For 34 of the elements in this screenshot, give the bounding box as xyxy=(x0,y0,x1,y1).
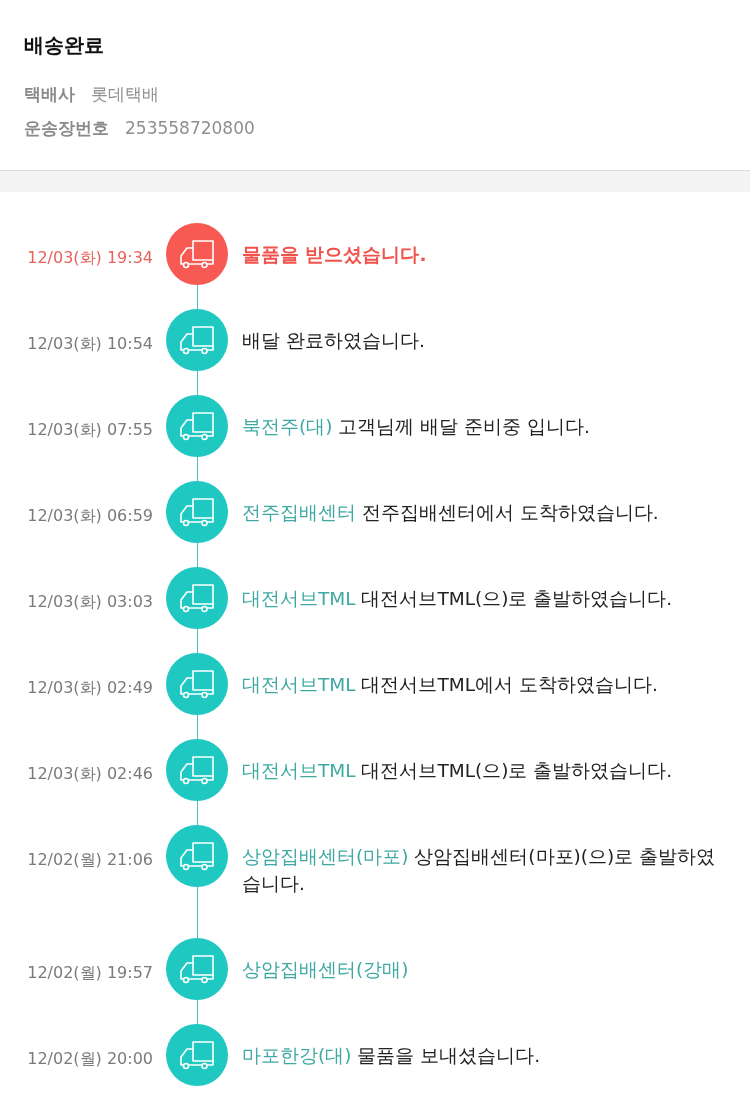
event-time: 12/02(월) 19:57 xyxy=(26,962,153,984)
event-time: 12/03(화) 06:59 xyxy=(26,505,153,527)
connector-line xyxy=(196,285,198,309)
event-message: 마포한강(대) 물품을 보내셨습니다. xyxy=(242,1044,541,1068)
event-message: 북전주(대) 고객님께 배달 준비중 입니다. xyxy=(242,415,590,439)
event-time: 12/02(월) 21:06 xyxy=(26,849,153,871)
event-message: 배달 완료하였습니다. xyxy=(242,329,425,353)
connector-line xyxy=(196,887,198,938)
event-time: 12/03(화) 10:54 xyxy=(26,333,153,355)
event-message: 상암집배센터(강매) xyxy=(242,958,409,982)
connector-line xyxy=(196,543,198,567)
info-value: 253558720800 xyxy=(125,117,255,140)
delivery-status-title: 배송완료 xyxy=(24,32,105,58)
event-time: 12/03(화) 19:34 xyxy=(26,247,153,269)
event-message: 대전서브TML 대전서브TML에서 도착하였습니다. xyxy=(242,673,658,697)
event-message: 대전서브TML 대전서브TML(으)로 출발하였습니다. xyxy=(242,587,673,611)
event-time: 12/02(월) 20:00 xyxy=(26,1048,153,1070)
info-label: 운송장번호 xyxy=(24,117,109,140)
info-label: 택배사 xyxy=(24,83,75,106)
connector-line xyxy=(196,1000,198,1024)
connector-line xyxy=(196,371,198,395)
connector-line xyxy=(196,801,198,825)
event-time: 12/03(화) 07:55 xyxy=(26,419,153,441)
connector-line xyxy=(196,629,198,653)
info-value: 롯데택배 xyxy=(91,83,159,106)
event-time: 12/03(화) 02:49 xyxy=(26,677,153,699)
event-message: 대전서브TML 대전서브TML(으)로 출발하였습니다. xyxy=(242,759,673,783)
connector-line xyxy=(196,457,198,481)
event-time: 12/03(화) 02:46 xyxy=(26,763,153,785)
event-message: 물품을 받으셨습니다. xyxy=(242,243,427,267)
event-message: 전주집배센터 전주집배센터에서 도착하였습니다. xyxy=(242,501,659,525)
connector-line xyxy=(196,715,198,739)
event-message: 상암집배센터(마포) 상암집배센터(마포)(으)로 출발하였습니다. xyxy=(242,845,717,896)
event-time: 12/03(화) 03:03 xyxy=(26,591,153,613)
